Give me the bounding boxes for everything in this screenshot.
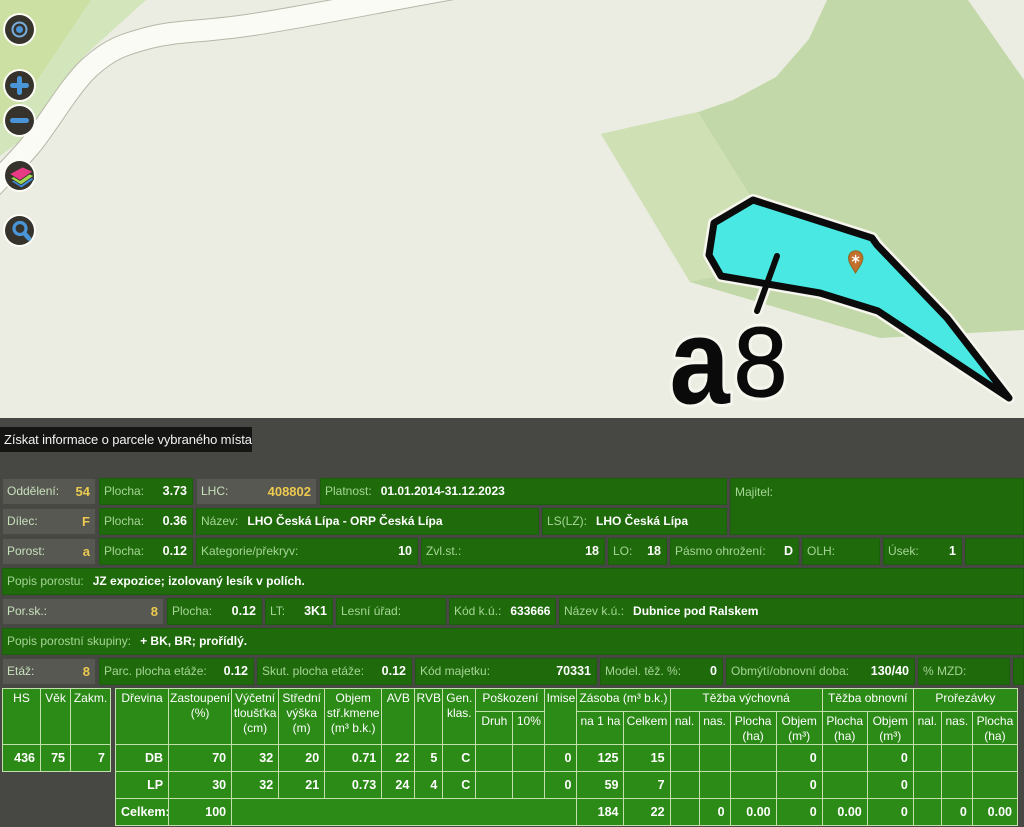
svg-text:a: a <box>670 292 732 418</box>
svg-text:8: 8 <box>734 308 788 418</box>
